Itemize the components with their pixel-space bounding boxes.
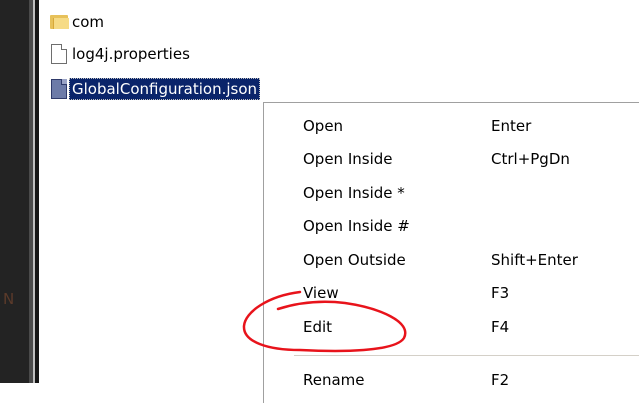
menu-item-label: Open Outside (303, 251, 406, 269)
context-menu: Open Enter Open Inside Ctrl+PgDn Open In… (263, 102, 639, 403)
tree-item-label: log4j.properties (72, 45, 190, 63)
menu-item-open-inside-hash[interactable]: Open Inside # (264, 209, 639, 242)
menu-item-open[interactable]: Open Enter (264, 109, 639, 142)
menu-item-open-inside[interactable]: Open Inside Ctrl+PgDn (264, 142, 639, 175)
tree-item-label: com (72, 13, 105, 31)
menu-item-rename[interactable]: Rename F2 (264, 363, 639, 396)
menu-item-shortcut: Shift+Enter (491, 251, 578, 269)
tree-item-log4j-properties[interactable]: log4j.properties (48, 42, 190, 66)
menu-item-shortcut: F3 (491, 284, 510, 302)
left-panel-strip: N (0, 0, 29, 383)
tree-item-com[interactable]: com (48, 10, 104, 34)
menu-item-label: Open Inside # (303, 217, 410, 235)
menu-item-open-inside-star[interactable]: Open Inside * (264, 176, 639, 209)
menu-separator (294, 355, 639, 356)
file-icon (48, 78, 68, 100)
menu-item-label: Open (303, 117, 344, 135)
menu-item-shortcut: Enter (491, 117, 532, 135)
panel-splitter-shadow (35, 0, 39, 383)
menu-item-label: Rename (303, 371, 365, 389)
file-icon (48, 43, 68, 65)
menu-item-shortcut: Ctrl+PgDn (491, 150, 570, 168)
menu-item-label: Edit (303, 318, 333, 336)
tree-item-globalconfiguration-json[interactable]: GlobalConfiguration.json (48, 77, 261, 101)
tree-item-label: GlobalConfiguration.json (69, 78, 261, 100)
menu-item-open-outside[interactable]: Open Outside Shift+Enter (264, 243, 639, 276)
menu-item-label: Open Inside (303, 150, 393, 168)
folder-icon (48, 11, 69, 33)
menu-item-shortcut: F4 (491, 318, 510, 336)
left-panel-glyph: N (3, 290, 15, 308)
menu-item-shortcut: F2 (491, 371, 510, 389)
menu-item-view[interactable]: View F3 (264, 276, 639, 309)
menu-item-label: Open Inside * (303, 184, 405, 202)
menu-item-label: View (303, 284, 339, 302)
menu-item-edit[interactable]: Edit F4 (264, 310, 639, 343)
